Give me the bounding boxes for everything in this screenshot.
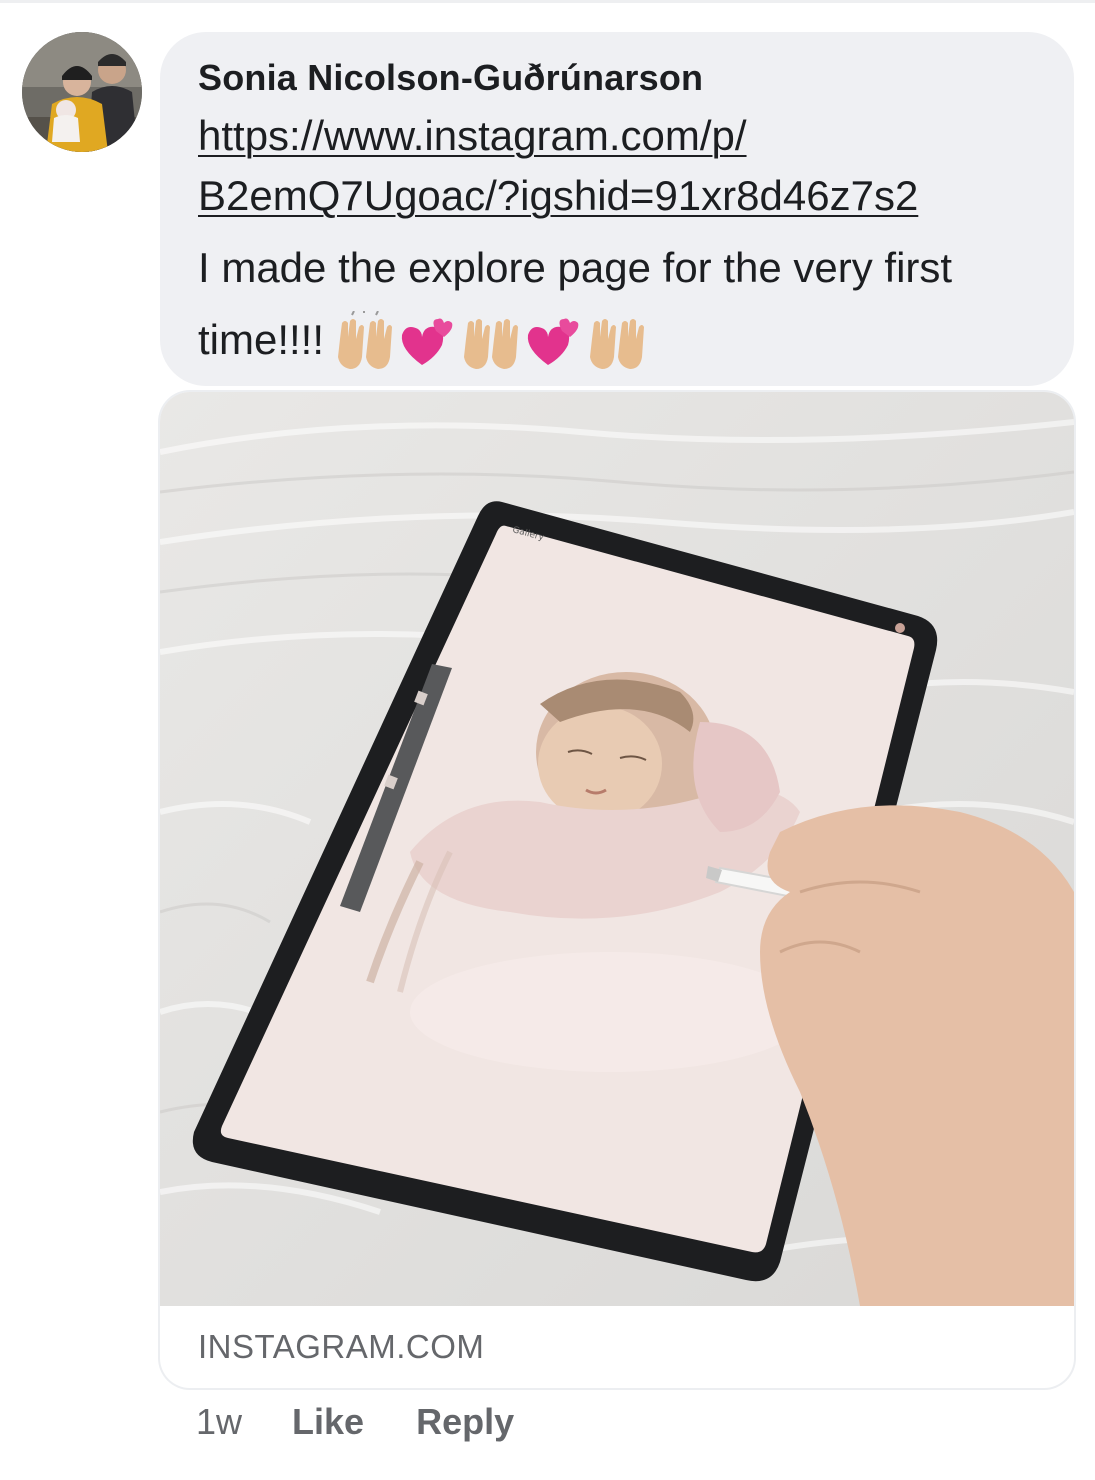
raising-hands-emoji — [338, 310, 393, 369]
comment-link-line-1[interactable]: https://www.instagram.com/p/ — [198, 106, 1044, 166]
link-preview-card[interactable]: Gallery INSTAGRAM.COM — [160, 392, 1074, 1388]
link-preview-footer: INSTAGRAM.COM — [160, 1306, 1074, 1388]
comment-actions: 1w Like Reply — [196, 1398, 566, 1446]
comment-author-name[interactable]: Sonia Nicolson-Guðrúnarson — [198, 56, 1044, 100]
top-divider — [0, 0, 1095, 3]
reply-button[interactable]: Reply — [416, 1401, 514, 1443]
two-hearts-emoji — [401, 318, 453, 365]
comment-link-line-2[interactable]: B2emQ7Ugoac/?igshid=91xr8d46z7s2 — [198, 166, 1044, 226]
like-button[interactable]: Like — [292, 1401, 364, 1443]
comment-body: https://www.instagram.com/p/ B2emQ7Ugoac… — [198, 106, 1044, 376]
comment-text-wrapper: I made the explore page for the very fir… — [198, 232, 1044, 376]
raising-hands-emoji — [464, 318, 519, 369]
tablet-drawing-photo: Gallery — [160, 392, 1074, 1306]
comment-bubble: Sonia Nicolson-Guðrúnarson https://www.i… — [160, 32, 1074, 386]
avatar-photo — [22, 32, 142, 152]
comment-timestamp[interactable]: 1w — [196, 1401, 242, 1443]
raising-hands-emoji — [590, 318, 645, 369]
author-avatar[interactable] — [22, 32, 142, 152]
link-preview-image[interactable]: Gallery — [160, 392, 1074, 1306]
two-hearts-emoji — [527, 318, 579, 365]
comment-emojis — [332, 310, 652, 375]
link-preview-domain: INSTAGRAM.COM — [198, 1328, 485, 1365]
